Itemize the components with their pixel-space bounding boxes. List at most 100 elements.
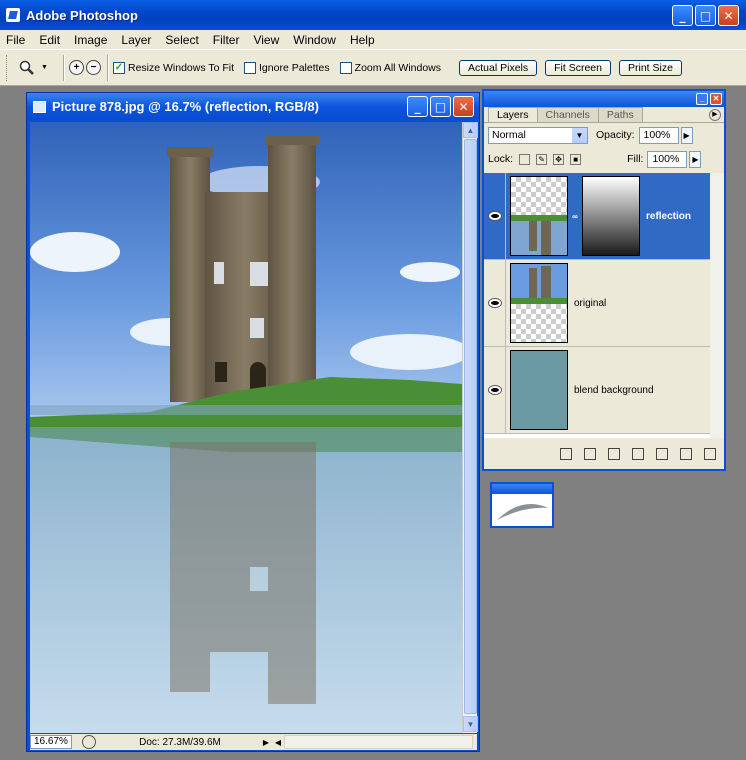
app-title-bar: Adobe Photoshop _ □ ✕ xyxy=(0,0,746,30)
image-canvas[interactable] xyxy=(30,122,462,733)
fill-slider-arrow-icon[interactable]: ▶ xyxy=(689,150,702,168)
scroll-down-icon[interactable]: ▼ xyxy=(463,716,478,732)
document-window: Picture 878.jpg @ 16.7% (reflection, RGB… xyxy=(26,92,480,752)
new-group-icon[interactable] xyxy=(656,448,668,460)
menu-bar: File Edit Image Layer Select Filter View… xyxy=(0,30,746,49)
zoom-out-icon[interactable]: − xyxy=(86,60,101,75)
lock-position-icon[interactable]: ✥ xyxy=(553,153,565,165)
layers-palette: _ ✕ Layers Channels Paths ▶ Normal ▼ Opa… xyxy=(482,89,726,471)
lock-label: Lock: xyxy=(488,153,514,165)
options-grip[interactable] xyxy=(6,54,9,81)
visibility-eye-icon[interactable] xyxy=(484,259,506,347)
fit-screen-button[interactable]: Fit Screen xyxy=(545,59,611,76)
divider xyxy=(63,54,65,81)
doc-close-button[interactable]: ✕ xyxy=(453,96,474,117)
blend-mode-select[interactable]: Normal ▼ xyxy=(488,126,588,144)
checkmark-icon: ✓ xyxy=(113,61,125,74)
lock-transparency-icon[interactable] xyxy=(519,153,531,165)
zoom-in-icon[interactable]: + xyxy=(69,60,84,75)
chain-link-icon[interactable]: ∞ xyxy=(570,212,580,221)
opacity-slider-arrow-icon[interactable]: ▶ xyxy=(680,126,693,144)
zoom-all-windows-checkbox[interactable]: Zoom All Windows xyxy=(339,61,442,74)
layer-thumbnail xyxy=(510,263,568,343)
layer-row-blend-background[interactable]: blend background xyxy=(484,346,710,434)
palette-close-button[interactable]: ✕ xyxy=(710,93,722,105)
palette-minimize-button[interactable]: _ xyxy=(696,93,708,105)
layer-thumbnail xyxy=(510,176,568,256)
chevron-down-icon: ▼ xyxy=(41,64,48,71)
scroll-left-icon[interactable]: ◀ xyxy=(272,735,284,749)
layer-name: original xyxy=(574,297,607,309)
minimized-palette[interactable] xyxy=(490,482,554,528)
minimized-palette-title xyxy=(492,484,552,494)
options-bar: ▼ + − ✓ Resize Windows To Fit Ignore Pal… xyxy=(0,49,746,86)
checkbox-box xyxy=(244,61,257,74)
layer-thumbnail xyxy=(510,350,568,430)
magnifier-icon xyxy=(19,60,34,75)
palette-menu-icon[interactable]: ▶ xyxy=(709,109,721,121)
castle-reflection-image xyxy=(30,122,462,733)
menu-image[interactable]: Image xyxy=(74,33,107,47)
visibility-eye-icon[interactable] xyxy=(484,346,506,434)
trash-icon[interactable] xyxy=(704,448,716,460)
tab-layers[interactable]: Layers xyxy=(488,107,538,122)
menu-filter[interactable]: Filter xyxy=(213,33,240,47)
zoom-tool-preset[interactable]: ▼ xyxy=(19,60,49,76)
doc-minimize-button[interactable]: _ xyxy=(407,96,428,117)
zoom-all-windows-label: Zoom All Windows xyxy=(354,61,442,74)
resize-windows-checkbox[interactable]: ✓ Resize Windows To Fit xyxy=(113,61,234,74)
add-mask-icon[interactable] xyxy=(608,448,620,460)
vertical-scrollbar[interactable]: ▲ ▼ xyxy=(462,122,478,733)
document-status-bar: 16.67% Doc: 27.3M/39.6M ▶ ◀ xyxy=(30,734,477,750)
link-layers-icon[interactable] xyxy=(560,448,572,460)
document-size-info: Doc: 27.3M/39.6M xyxy=(139,736,221,748)
layers-footer xyxy=(484,439,724,469)
document-icon xyxy=(33,100,46,113)
status-info-icon[interactable] xyxy=(82,735,96,749)
scroll-thumb[interactable] xyxy=(464,139,477,714)
layers-scrollbar[interactable] xyxy=(710,173,724,438)
menu-layer[interactable]: Layer xyxy=(121,33,151,47)
doc-maximize-button[interactable]: □ xyxy=(430,96,451,117)
document-title-bar[interactable]: Picture 878.jpg @ 16.7% (reflection, RGB… xyxy=(27,93,479,120)
app-maximize-button[interactable]: □ xyxy=(695,5,716,26)
fill-label: Fill: xyxy=(627,153,644,165)
opacity-label: Opacity: xyxy=(596,129,635,141)
menu-select[interactable]: Select xyxy=(165,33,198,47)
opacity-field[interactable]: 100% xyxy=(638,126,679,144)
lock-all-icon[interactable]: ■ xyxy=(570,153,582,165)
palette-tabs: Layers Channels Paths ▶ xyxy=(484,107,724,123)
ignore-palettes-checkbox[interactable]: Ignore Palettes xyxy=(244,61,330,74)
menu-file[interactable]: File xyxy=(6,33,25,47)
layer-mask-thumbnail[interactable] xyxy=(582,176,640,256)
layer-row-original[interactable]: original xyxy=(484,259,710,347)
scroll-up-icon[interactable]: ▲ xyxy=(463,122,478,138)
layer-style-icon[interactable] xyxy=(584,448,596,460)
print-size-button[interactable]: Print Size xyxy=(618,59,682,76)
layers-list: ∞ reflection original blend background xyxy=(484,172,710,438)
horizontal-scrollbar[interactable] xyxy=(284,735,473,749)
app-minimize-button[interactable]: _ xyxy=(672,5,693,26)
layer-row-reflection[interactable]: ∞ reflection xyxy=(484,172,710,260)
fill-field[interactable]: 100% xyxy=(647,150,688,168)
ignore-palettes-label: Ignore Palettes xyxy=(259,61,330,74)
status-menu-arrow-icon[interactable]: ▶ xyxy=(260,735,272,749)
adjustment-layer-icon[interactable] xyxy=(632,448,644,460)
menu-view[interactable]: View xyxy=(253,33,279,47)
tab-paths[interactable]: Paths xyxy=(597,107,643,122)
visibility-eye-icon[interactable] xyxy=(484,172,506,260)
menu-edit[interactable]: Edit xyxy=(39,33,60,47)
menu-help[interactable]: Help xyxy=(350,33,375,47)
new-layer-icon[interactable] xyxy=(680,448,692,460)
lock-row: Lock: ✎ ✥ ■ Fill: 100% ▶ xyxy=(484,147,724,171)
tab-channels[interactable]: Channels xyxy=(536,107,599,122)
zoom-level-field[interactable]: 16.67% xyxy=(30,735,72,749)
menu-window[interactable]: Window xyxy=(293,33,336,47)
lock-pixels-icon[interactable]: ✎ xyxy=(536,153,548,165)
palette-title-bar[interactable]: _ ✕ xyxy=(484,91,724,107)
actual-pixels-button[interactable]: Actual Pixels xyxy=(459,59,538,76)
blend-mode-value: Normal xyxy=(492,128,526,141)
layer-name: blend background xyxy=(574,384,654,396)
app-close-button[interactable]: ✕ xyxy=(718,5,739,26)
photoshop-app-icon xyxy=(6,8,20,22)
